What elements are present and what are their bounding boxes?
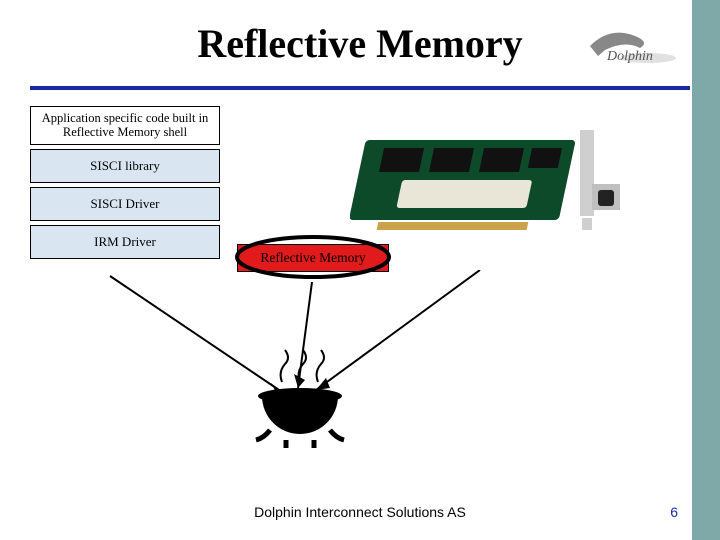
stack-app-shell: Application specific code built in Refle… <box>30 106 220 145</box>
sidebar-stripe <box>692 0 720 540</box>
page-title: Reflective Memory <box>0 20 720 67</box>
software-stack: Application specific code built in Refle… <box>30 106 220 259</box>
stack-irm-driver: IRM Driver <box>30 225 220 259</box>
title-underline <box>30 86 690 90</box>
stack-sisci-driver: SISCI Driver <box>30 187 220 221</box>
pci-card-image <box>350 110 630 240</box>
page-number: 6 <box>670 504 678 520</box>
stack-sisci-library: SISCI library <box>30 149 220 183</box>
pot-diagram <box>30 270 590 460</box>
footer-text: Dolphin Interconnect Solutions AS <box>0 504 720 520</box>
